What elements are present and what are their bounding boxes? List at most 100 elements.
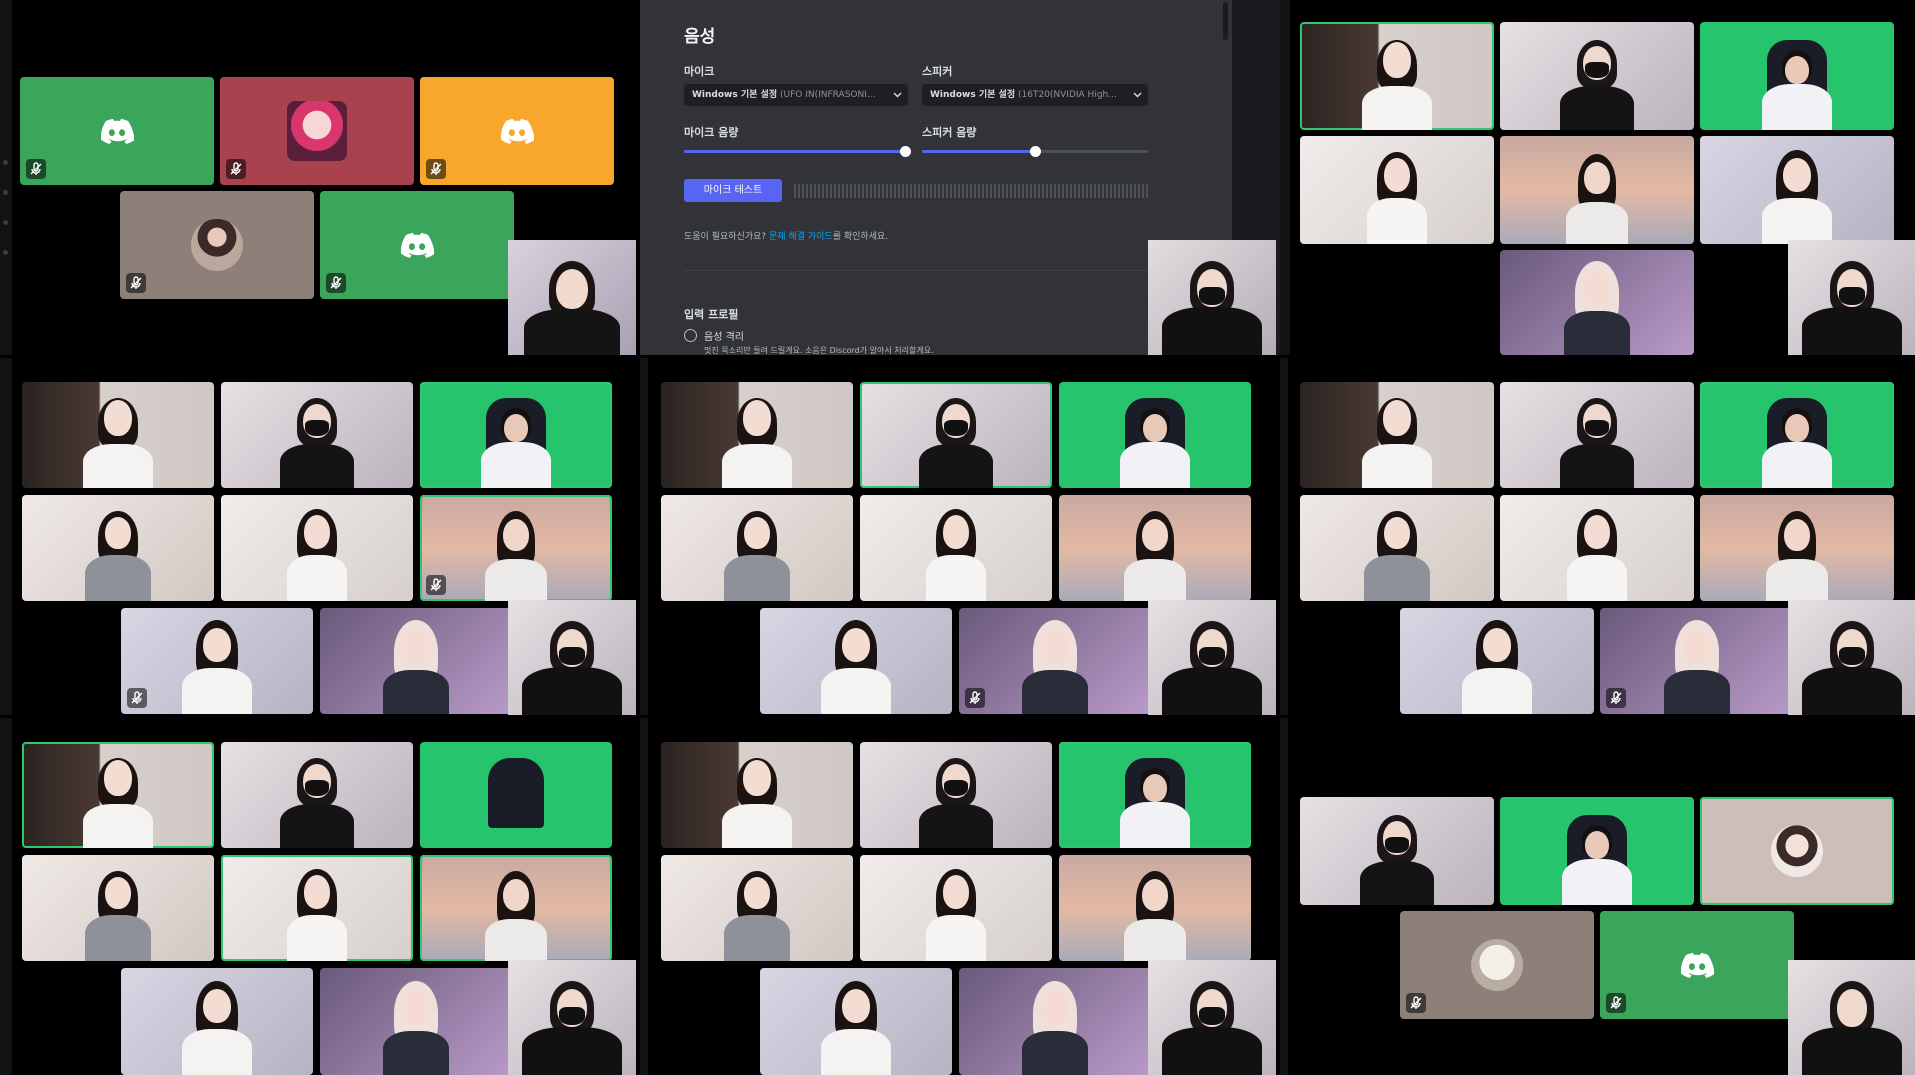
video-tile[interactable] bbox=[1500, 382, 1694, 488]
video-tile[interactable] bbox=[22, 495, 214, 601]
discord-logo-icon bbox=[1680, 952, 1714, 978]
video-tile[interactable] bbox=[420, 382, 612, 488]
video-tile[interactable] bbox=[1059, 855, 1251, 961]
video-tile[interactable] bbox=[1059, 742, 1251, 848]
settings-title: 음성 bbox=[684, 27, 716, 47]
video-tile[interactable] bbox=[860, 855, 1052, 961]
chevron-down-icon bbox=[1133, 92, 1142, 98]
person-video bbox=[1148, 240, 1276, 355]
video-tile[interactable] bbox=[1059, 495, 1251, 601]
call-panel-3 bbox=[1280, 0, 1915, 355]
video-tile[interactable] bbox=[760, 608, 952, 714]
video-tile[interactable] bbox=[1059, 382, 1251, 488]
person-video bbox=[1557, 797, 1637, 905]
person-video bbox=[916, 855, 996, 961]
video-tile[interactable] bbox=[1500, 22, 1694, 130]
video-tile[interactable] bbox=[22, 382, 214, 488]
video-tile[interactable] bbox=[1300, 382, 1494, 488]
discord-logo-icon bbox=[400, 232, 434, 258]
slider-handle[interactable] bbox=[1030, 146, 1041, 157]
participant-tile[interactable] bbox=[220, 77, 414, 185]
participant-tile[interactable] bbox=[1400, 911, 1594, 1019]
video-tile[interactable] bbox=[420, 855, 612, 961]
mic-muted-icon bbox=[126, 273, 146, 293]
video-tile[interactable] bbox=[420, 495, 612, 601]
discord-logo-icon bbox=[100, 118, 134, 144]
video-tile[interactable] bbox=[1300, 136, 1494, 244]
video-tile[interactable] bbox=[860, 495, 1052, 601]
video-tile[interactable] bbox=[221, 855, 413, 961]
person-video bbox=[78, 742, 158, 848]
person-video bbox=[1657, 608, 1737, 714]
speaker-volume-slider[interactable] bbox=[922, 146, 1148, 157]
person-video bbox=[1557, 136, 1637, 244]
video-tile[interactable] bbox=[1500, 495, 1694, 601]
video-tile[interactable] bbox=[320, 608, 512, 714]
person-video bbox=[376, 968, 456, 1075]
video-tile[interactable] bbox=[22, 855, 214, 961]
video-tile[interactable] bbox=[1700, 136, 1894, 244]
participant-tile[interactable] bbox=[320, 191, 514, 299]
participant-tile[interactable] bbox=[420, 77, 614, 185]
video-tile[interactable] bbox=[121, 608, 313, 714]
speaker-device-value: Windows 기본 설정 bbox=[930, 90, 1016, 100]
person-video bbox=[277, 855, 357, 961]
person-video bbox=[1357, 495, 1437, 601]
person-video bbox=[1015, 608, 1095, 714]
video-tile[interactable] bbox=[1300, 495, 1494, 601]
video-tile[interactable] bbox=[661, 495, 853, 601]
slider-handle[interactable] bbox=[900, 146, 912, 157]
video-tile[interactable] bbox=[661, 382, 853, 488]
person-video bbox=[1357, 22, 1437, 130]
person-video bbox=[1015, 968, 1095, 1075]
video-tile[interactable] bbox=[661, 742, 853, 848]
radio-icon[interactable] bbox=[684, 329, 697, 342]
video-tile[interactable] bbox=[661, 855, 853, 961]
video-tile[interactable] bbox=[860, 382, 1052, 488]
person-video bbox=[1557, 22, 1637, 130]
participant-tile[interactable] bbox=[1600, 911, 1794, 1019]
person-video bbox=[1788, 600, 1915, 715]
video-tile[interactable] bbox=[959, 968, 1151, 1075]
call-panel-4 bbox=[0, 358, 640, 715]
video-tile[interactable] bbox=[1700, 382, 1894, 488]
video-tile[interactable] bbox=[1700, 495, 1894, 601]
video-tile[interactable] bbox=[121, 968, 313, 1075]
video-tile[interactable] bbox=[1300, 22, 1494, 130]
person-video bbox=[476, 495, 556, 601]
video-tile[interactable] bbox=[221, 495, 413, 601]
call-panel-1 bbox=[0, 0, 640, 355]
participant-tile[interactable] bbox=[1700, 797, 1894, 905]
video-tile[interactable] bbox=[420, 742, 612, 848]
person-video bbox=[277, 742, 357, 848]
person-video bbox=[1788, 240, 1915, 355]
video-tile[interactable] bbox=[860, 742, 1052, 848]
video-tile[interactable] bbox=[320, 968, 512, 1075]
video-tile[interactable] bbox=[1300, 797, 1494, 905]
avatar bbox=[191, 219, 243, 271]
participant-tile[interactable] bbox=[20, 77, 214, 185]
scrollbar[interactable] bbox=[1223, 2, 1228, 40]
mic-muted-icon bbox=[965, 688, 985, 708]
video-tile[interactable] bbox=[1700, 22, 1894, 130]
video-tile[interactable] bbox=[221, 382, 413, 488]
mic-device-select[interactable]: Windows 기본 설정 (UFO IN(INFRASONI... bbox=[684, 84, 908, 106]
participant-tile[interactable] bbox=[120, 191, 314, 299]
video-tile[interactable] bbox=[760, 968, 952, 1075]
person-video bbox=[1115, 382, 1195, 488]
webcam-overlay bbox=[1788, 240, 1915, 355]
person-video bbox=[1757, 382, 1837, 488]
speaker-device-select[interactable]: Windows 기본 설정 (16T20(NVIDIA High... bbox=[922, 84, 1148, 106]
video-tile[interactable] bbox=[221, 742, 413, 848]
mic-test-button[interactable]: 마이크 테스트 bbox=[684, 179, 782, 202]
troubleshoot-link[interactable]: 문제 해결 가이드 bbox=[769, 232, 833, 242]
webcam-overlay bbox=[508, 240, 636, 355]
video-tile[interactable] bbox=[959, 608, 1151, 714]
video-tile[interactable] bbox=[22, 742, 214, 848]
video-tile[interactable] bbox=[1500, 797, 1694, 905]
video-tile[interactable] bbox=[1600, 608, 1794, 714]
mic-volume-slider[interactable] bbox=[684, 146, 912, 157]
video-tile[interactable] bbox=[1500, 136, 1694, 244]
video-tile[interactable] bbox=[1400, 608, 1594, 714]
video-tile[interactable] bbox=[1500, 250, 1694, 355]
